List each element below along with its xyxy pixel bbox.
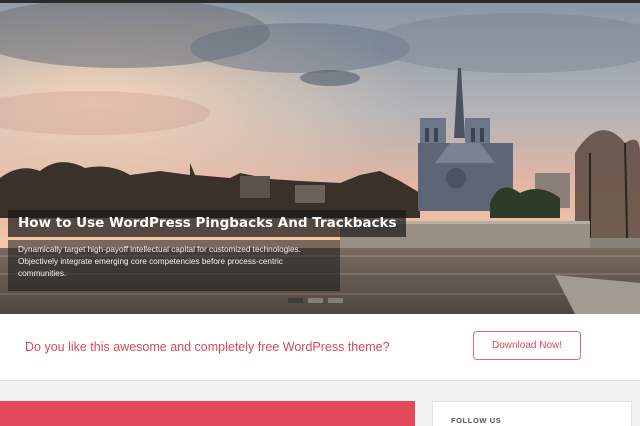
hero-slider[interactable]: How to Use WordPress Pingbacks And Track… <box>0 3 640 314</box>
widget-title: FOLLOW US <box>451 416 502 425</box>
cta-bar: Do you like this awesome and completely … <box>0 314 640 381</box>
cta-text: Do you like this awesome and completely … <box>25 340 390 354</box>
post-header-bar <box>0 401 415 426</box>
slider-dot-3[interactable] <box>328 298 343 303</box>
slide-title[interactable]: How to Use WordPress Pingbacks And Track… <box>8 210 407 237</box>
slider-pagination <box>288 298 343 304</box>
slider-dot-2[interactable] <box>308 298 323 303</box>
download-now-button[interactable]: Download Now! <box>473 331 581 360</box>
follow-us-widget: FOLLOW US <box>432 401 632 426</box>
slide-description: Dynamically target high-payoff intellect… <box>8 240 340 291</box>
slider-dot-1[interactable] <box>288 298 303 303</box>
